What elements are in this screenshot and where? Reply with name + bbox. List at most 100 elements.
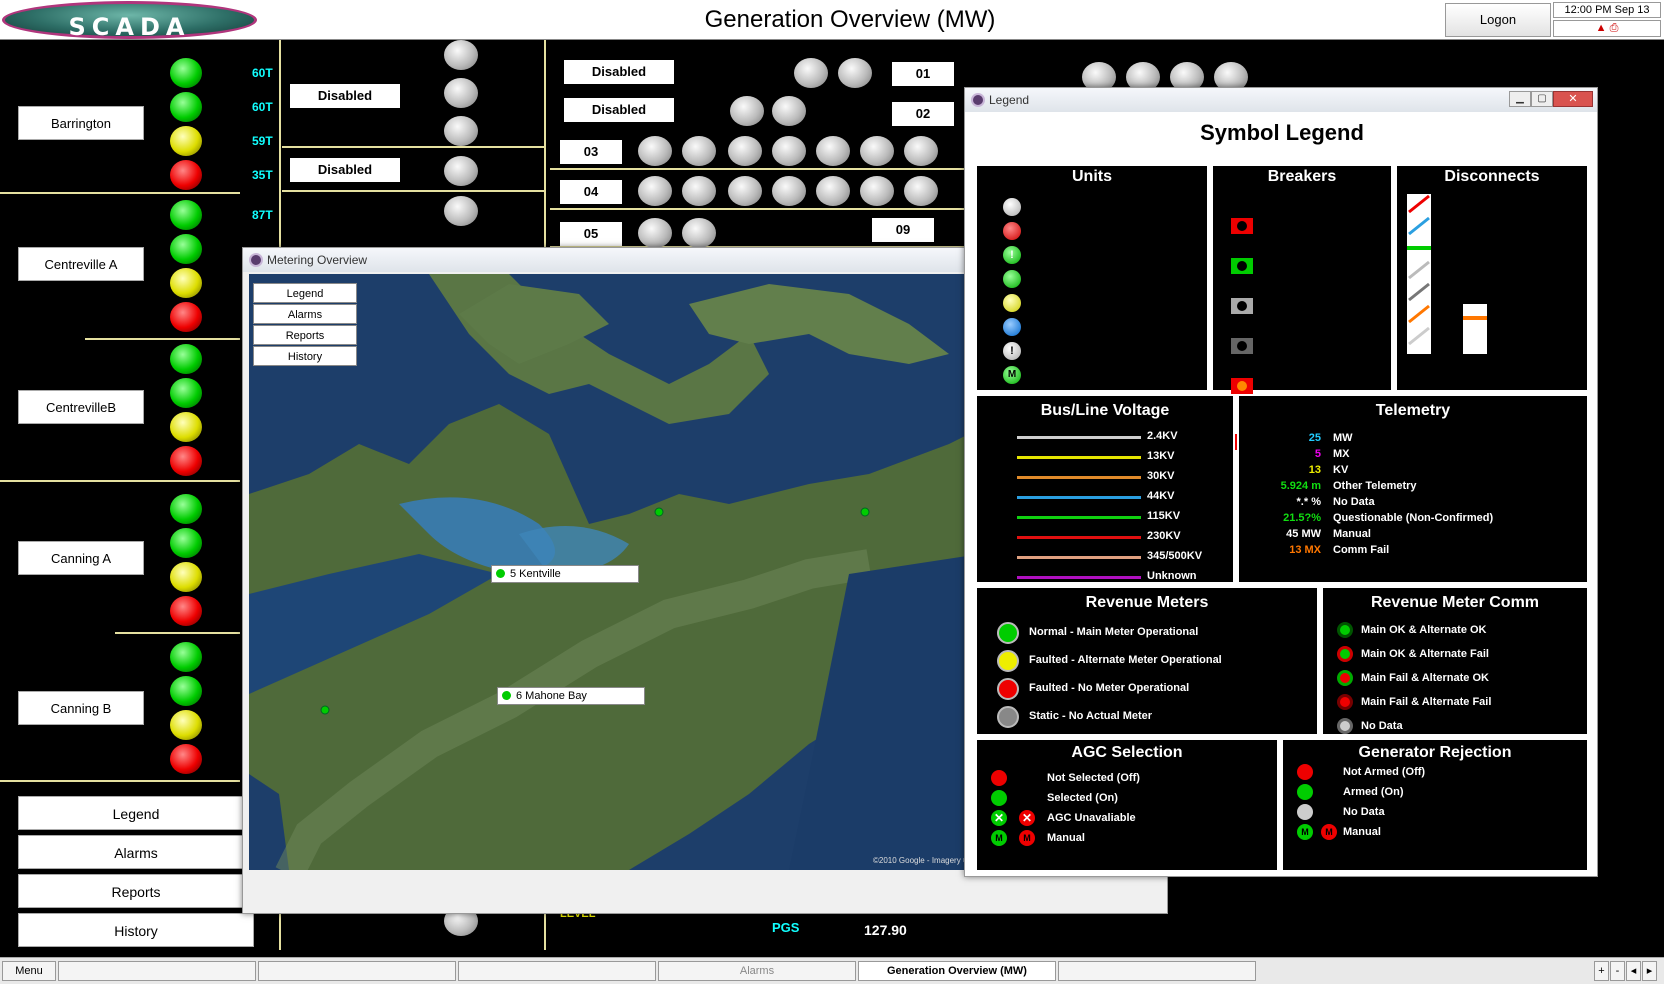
- unit-status-gray[interactable]: [444, 156, 478, 186]
- unit-status-gray[interactable]: [444, 116, 478, 146]
- unit-status-gray[interactable]: [638, 136, 672, 166]
- zoom-out-button[interactable]: -: [1610, 961, 1625, 981]
- menu-legend-button[interactable]: Legend: [18, 796, 254, 830]
- menu-reports-button[interactable]: Reports: [18, 874, 254, 908]
- disabled-status[interactable]: Disabled: [564, 98, 674, 122]
- taskbar-slot[interactable]: [458, 961, 656, 981]
- unit-status-green[interactable]: [170, 642, 202, 672]
- unit-status-gray[interactable]: [794, 58, 828, 88]
- unit-status-yellow[interactable]: [170, 412, 202, 442]
- maximize-button[interactable]: ▢: [1531, 91, 1553, 107]
- map-place-kentville[interactable]: 5 Kentville: [491, 565, 639, 583]
- unit-status-green[interactable]: [170, 528, 202, 558]
- voltage-row: 345/500KV: [1017, 548, 1227, 568]
- menu-alarms-button[interactable]: Alarms: [18, 835, 254, 869]
- telemetry-value: 13: [1308, 464, 1321, 476]
- menu-label: Alarms: [114, 845, 158, 861]
- unit-status-red[interactable]: [170, 446, 202, 476]
- unit-status-red[interactable]: [170, 302, 202, 332]
- unit-status-gray[interactable]: [860, 136, 894, 166]
- unit-number[interactable]: 04: [560, 180, 622, 204]
- map-menu-alarms[interactable]: Alarms: [253, 304, 357, 324]
- logon-button[interactable]: Logon: [1445, 3, 1551, 37]
- unit-status-green[interactable]: [170, 676, 202, 706]
- unit-status-gray[interactable]: [772, 136, 806, 166]
- unit-status-green[interactable]: [170, 344, 202, 374]
- unit-status-gray[interactable]: [816, 176, 850, 206]
- unit-status-gray[interactable]: [638, 176, 672, 206]
- unit-number[interactable]: 05: [560, 222, 622, 246]
- unit-status-gray[interactable]: [682, 136, 716, 166]
- unit-status-gray[interactable]: [682, 176, 716, 206]
- unit-number[interactable]: 01: [892, 62, 954, 86]
- unit-status-gray[interactable]: [904, 176, 938, 206]
- unit-status-gray[interactable]: [444, 40, 478, 70]
- unit-status-green[interactable]: [170, 378, 202, 408]
- taskbar-alarms-button[interactable]: Alarms: [658, 961, 856, 981]
- disabled-status[interactable]: Disabled: [290, 158, 400, 182]
- unit-status-gray[interactable]: [638, 218, 672, 248]
- unit-status-red[interactable]: [170, 596, 202, 626]
- unit-status-yellow[interactable]: [170, 126, 202, 156]
- unit-status-gray[interactable]: [728, 176, 762, 206]
- station-button-barrington[interactable]: Barrington: [18, 106, 144, 140]
- unit-status-gray[interactable]: [816, 136, 850, 166]
- station-button-centreville-a[interactable]: Centreville A: [18, 247, 144, 281]
- panel-title: Telemetry: [1375, 402, 1451, 419]
- unit-status-yellow[interactable]: [170, 562, 202, 592]
- unit-status-gray[interactable]: [730, 96, 764, 126]
- unit-status-gray[interactable]: [772, 176, 806, 206]
- station-label: Canning B: [50, 701, 112, 716]
- unit-number[interactable]: 03: [560, 140, 622, 164]
- status-dot: [502, 691, 511, 700]
- taskbar-menu-button[interactable]: Menu: [2, 961, 56, 981]
- station-button-centreville-b[interactable]: CentrevilleB: [18, 390, 144, 424]
- unit-status-red[interactable]: [170, 744, 202, 774]
- taskbar-slot[interactable]: [58, 961, 256, 981]
- telemetry-row: *.* % No Data: [1239, 496, 1589, 512]
- unit-status-yellow[interactable]: [170, 710, 202, 740]
- unit-status-gray[interactable]: [860, 176, 894, 206]
- telemetry-row: 13 KV: [1239, 464, 1589, 480]
- zoom-in-button[interactable]: +: [1594, 961, 1609, 981]
- map-place-mahone-bay[interactable]: 6 Mahone Bay: [497, 687, 645, 705]
- breaker-fault-red-icon: [1231, 378, 1253, 394]
- scroll-left-button[interactable]: ◂: [1626, 961, 1641, 981]
- map-menu-reports[interactable]: Reports: [253, 325, 357, 345]
- unit-status-gray[interactable]: [904, 136, 938, 166]
- disabled-status[interactable]: Disabled: [290, 84, 400, 108]
- alarm-indicator[interactable]: ▲ ⎙: [1553, 20, 1661, 37]
- taskbar: Menu Alarms Generation Overview (MW) + -…: [0, 957, 1664, 984]
- unit-status-green[interactable]: [170, 200, 202, 230]
- taskbar-slot[interactable]: [1058, 961, 1256, 981]
- window-titlebar[interactable]: Legend ▁ ▢ ✕: [965, 88, 1597, 112]
- unit-number[interactable]: 09: [872, 218, 934, 242]
- unit-status-yellow[interactable]: [170, 268, 202, 298]
- taskbar-slot[interactable]: [258, 961, 456, 981]
- scroll-right-button[interactable]: ▸: [1642, 961, 1657, 981]
- map-menu-legend[interactable]: Legend: [253, 283, 357, 303]
- map-menu-history[interactable]: History: [253, 346, 357, 366]
- unit-status-gray[interactable]: [682, 218, 716, 248]
- unit-status-green[interactable]: [170, 234, 202, 264]
- unit-number[interactable]: 02: [892, 102, 954, 126]
- minimize-button[interactable]: ▁: [1509, 91, 1531, 107]
- station-button-canning-b[interactable]: Canning B: [18, 691, 144, 725]
- unit-status-gray[interactable]: [728, 136, 762, 166]
- unit-status-green[interactable]: [170, 494, 202, 524]
- unit-status-gray[interactable]: [772, 96, 806, 126]
- unit-status-gray[interactable]: [444, 78, 478, 108]
- station-button-canning-a[interactable]: Canning A: [18, 541, 144, 575]
- menu-history-button[interactable]: History: [18, 913, 254, 947]
- taskbar-current-window[interactable]: Generation Overview (MW): [858, 961, 1056, 981]
- unit-status-red[interactable]: [170, 160, 202, 190]
- close-icon[interactable]: ✕: [1553, 91, 1593, 107]
- unit-status-green[interactable]: [170, 58, 202, 88]
- unit-status-gray[interactable]: [838, 58, 872, 88]
- unit-status-green[interactable]: [170, 92, 202, 122]
- genrej-row: M M Manual: [1297, 824, 1587, 844]
- disabled-status[interactable]: Disabled: [564, 60, 674, 84]
- voltage-row: Unknown: [1017, 568, 1227, 588]
- legend-window[interactable]: Legend ▁ ▢ ✕ Symbol Legend Units ! ! M B…: [964, 87, 1598, 877]
- unit-status-gray[interactable]: [444, 196, 478, 226]
